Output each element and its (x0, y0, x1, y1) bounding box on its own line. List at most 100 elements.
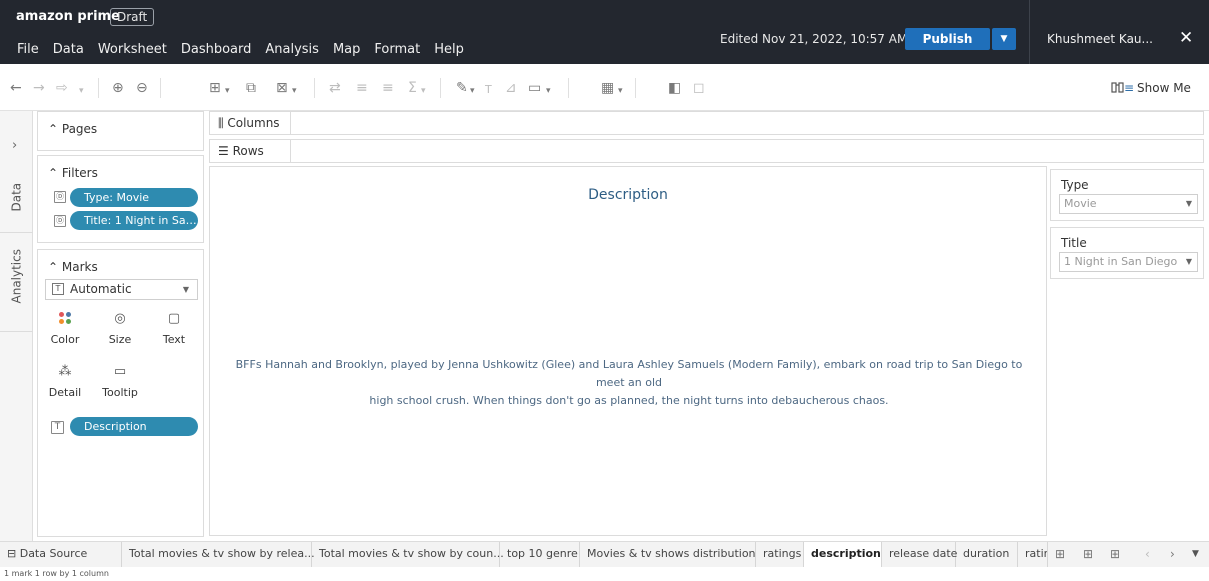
collapse-icon[interactable]: ⌃ (48, 122, 62, 136)
color-button[interactable]: Color (47, 311, 83, 346)
chevron-left-icon[interactable]: ‹ (1145, 547, 1150, 561)
tab-sheet[interactable]: release date (882, 542, 957, 567)
fit-icon[interactable]: ▭ (528, 80, 541, 96)
tab-sheet[interactable]: top 10 genre (500, 542, 580, 567)
sort-ascending-icon[interactable]: ≡ (356, 80, 368, 96)
title-filter-title: Title (1061, 236, 1087, 250)
presentation-icon[interactable]: ▦ (601, 80, 614, 96)
comment-icon[interactable]: ◻ (693, 80, 705, 96)
user-menu[interactable]: Khushmeet Kau... (1047, 32, 1153, 46)
rows-shelf[interactable]: ☰ Rows (209, 139, 1204, 163)
highlight-icon[interactable]: ✎ (456, 80, 468, 96)
pages-title[interactable]: ⌃ Pages (48, 122, 97, 136)
filter-pill-icon: Ⓓ (54, 191, 66, 203)
swap-rows-columns-icon[interactable]: ⇄ (329, 80, 341, 96)
tab-sheet[interactable]: duration (956, 542, 1018, 567)
duplicate-sheet-icon[interactable]: ⧉ (246, 80, 256, 96)
clear-sheet-icon[interactable]: ⊠ (276, 80, 288, 96)
rows-icon: ☰ (218, 144, 233, 158)
publish-button[interactable]: Publish (905, 28, 990, 50)
marks-title[interactable]: ⌃ Marks (48, 260, 98, 274)
toolbar-divider (160, 78, 161, 98)
binoculars-icon[interactable] (1111, 80, 1124, 94)
worksheet-view[interactable]: Description BFFs Hannah and Brooklyn, pl… (209, 166, 1047, 536)
show-labels-icon[interactable]: T (485, 82, 492, 98)
tableau-window: amazon prime Draft File Data Worksheet D… (0, 0, 1209, 581)
fix-axes-icon[interactable]: ⊿ (505, 80, 517, 96)
title-bar: amazon prime Draft File Data Worksheet D… (0, 0, 1209, 64)
replay-icon[interactable]: ⇨ (56, 80, 68, 96)
show-me-button[interactable]: Show Me (1137, 81, 1191, 95)
color-label: Color (50, 333, 80, 346)
undo-icon[interactable]: ← (10, 80, 22, 96)
mark-type-dropdown[interactable]: T Automatic ▼ (45, 279, 198, 300)
tab-data-source[interactable]: ⊟ Data Source (0, 542, 122, 567)
sort-descending-icon[interactable]: ≡ (382, 80, 394, 96)
columns-shelf[interactable]: ⫼ Columns (209, 111, 1204, 135)
new-worksheet-icon[interactable]: ⊞ (209, 80, 221, 96)
type-filter-card: Type Movie ▼ (1050, 169, 1204, 221)
tooltip-icon[interactable]: ◧ (668, 80, 681, 96)
sheet-title[interactable]: Description (210, 187, 1046, 203)
menu-data[interactable]: Data (46, 42, 91, 57)
expand-panel-icon[interactable]: › (12, 138, 17, 153)
shelf-divider (290, 140, 291, 162)
detail-button[interactable]: ⁂ Detail (47, 364, 83, 399)
text-button[interactable]: ▢ Text (156, 311, 192, 346)
menu-format[interactable]: Format (367, 42, 427, 57)
new-story-icon[interactable]: ⊞ (1110, 547, 1120, 561)
new-dashboard-icon[interactable]: ⊞ (1083, 547, 1093, 561)
fit-dropdown-icon[interactable]: ▾ (546, 83, 551, 99)
presentation-dropdown-icon[interactable]: ▾ (618, 83, 623, 99)
highlight-dropdown-icon[interactable]: ▾ (470, 83, 475, 99)
size-button[interactable]: ◎ Size (102, 311, 138, 346)
tab-sheet[interactable]: Total movies & tv show by coun... (312, 542, 504, 567)
totals-dropdown-icon[interactable]: ▾ (421, 83, 426, 99)
new-worksheet-icon[interactable]: ⊞ (1055, 547, 1065, 561)
size-label: Size (108, 333, 132, 346)
publish-dropdown-button[interactable]: ▼ (992, 28, 1016, 50)
marks-pill-description[interactable]: Description (70, 417, 198, 436)
filter-pill-title[interactable]: Title: 1 Night in San ... (70, 211, 198, 230)
chevron-right-icon[interactable]: › (1170, 547, 1175, 561)
description-text[interactable]: BFFs Hannah and Brooklyn, played by Jenn… (224, 356, 1034, 410)
collapse-icon[interactable]: ⌃ (48, 260, 62, 274)
tooltip-button[interactable]: ▭ Tooltip (102, 364, 138, 399)
tab-sheet[interactable]: Total movies & tv show by relea... (122, 542, 315, 567)
redo-icon[interactable]: → (33, 80, 45, 96)
tab-sheet[interactable]: ratings (756, 542, 804, 567)
menu-analysis[interactable]: Analysis (258, 42, 326, 57)
show-me-icon[interactable]: ≡ (1124, 81, 1134, 95)
menu-help[interactable]: Help (427, 42, 471, 57)
toolbar-divider (98, 78, 99, 98)
text-mark-icon: T (52, 283, 64, 295)
workbook-name[interactable]: amazon prime (16, 9, 120, 24)
filter-pill-type[interactable]: Type: Movie (70, 188, 198, 207)
tab-data[interactable]: Data (0, 176, 33, 216)
tab-sheet[interactable]: Movies & tv shows distribution (580, 542, 756, 567)
collapse-icon[interactable]: ⌃ (48, 166, 62, 180)
detail-icon: ⁂ (58, 364, 72, 379)
totals-icon[interactable]: Σ (408, 80, 417, 96)
clear-sheet-dropdown-icon[interactable]: ▾ (292, 83, 297, 99)
tooltip-icon: ▭ (113, 364, 127, 379)
tab-sheet[interactable]: ratin (1018, 542, 1048, 567)
draft-badge: Draft (110, 8, 155, 26)
replay-dropdown-icon[interactable]: ▾ (79, 83, 84, 99)
new-worksheet-dropdown-icon[interactable]: ▾ (225, 83, 230, 99)
menu-dashboard[interactable]: Dashboard (174, 42, 259, 57)
type-filter-dropdown[interactable]: Movie ▼ (1059, 194, 1198, 214)
tab-analytics[interactable]: Analytics (0, 249, 33, 312)
tab-sheet-active[interactable]: description (804, 542, 882, 567)
pause-updates-icon[interactable]: ⊖ (136, 80, 148, 96)
type-filter-value: Movie (1064, 197, 1097, 210)
tab-menu-icon[interactable]: ▼ (1192, 549, 1199, 559)
title-filter-dropdown[interactable]: 1 Night in San Diego ▼ (1059, 252, 1198, 272)
new-datasource-icon[interactable]: ⊕ (112, 80, 124, 96)
menu-map[interactable]: Map (326, 42, 367, 57)
filters-title[interactable]: ⌃ Filters (48, 166, 98, 180)
menu-file[interactable]: File (10, 42, 46, 57)
status-text: 1 mark 1 row by 1 column (4, 569, 109, 578)
close-icon[interactable]: ✕ (1179, 28, 1193, 48)
menu-worksheet[interactable]: Worksheet (91, 42, 174, 57)
